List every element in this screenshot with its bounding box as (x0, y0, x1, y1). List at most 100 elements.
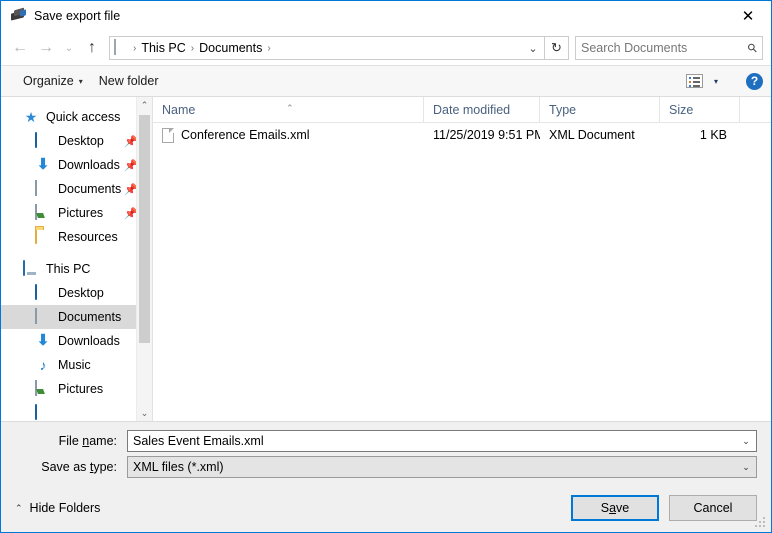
dialog-body: ★ Quick access Desktop 📌 ⬇ Downloads 📌 D… (1, 97, 771, 422)
sidebar-item-desktop-quick[interactable]: Desktop 📌 (1, 129, 152, 153)
title-bar: Save export file ✕ (1, 1, 771, 31)
save-label-pre: S (601, 501, 609, 515)
sidebar-item-label: Pictures (58, 382, 103, 396)
save-label-post: ve (616, 501, 629, 515)
file-type-cell: XML Document (540, 128, 660, 142)
sidebar-item-downloads-pc[interactable]: ⬇ Downloads (1, 329, 152, 353)
forward-icon[interactable]: → (33, 35, 59, 61)
download-icon: ⬇ (35, 333, 51, 349)
file-rows: Conference Emails.xml 11/25/2019 9:51 PM… (153, 123, 771, 421)
pc-icon (23, 261, 39, 277)
save-as-type-row: Save as type: XML files (*.xml) ⌄ (15, 456, 757, 478)
sidebar-item-label: Desktop (58, 286, 104, 300)
file-date-cell: 11/25/2019 9:51 PM (424, 128, 540, 142)
sidebar-item-label: Documents (58, 182, 121, 196)
file-name-cell: Conference Emails.xml (153, 128, 424, 143)
sidebar-item-music[interactable]: ♪ Music (1, 353, 152, 377)
sidebar-item-label: Downloads (58, 158, 120, 172)
chevron-down-icon[interactable]: ⌄ (738, 436, 754, 447)
scroll-down-icon[interactable]: ⌄ (137, 405, 152, 421)
up-icon[interactable]: ↑ (79, 35, 105, 61)
breadcrumb-documents[interactable]: Documents (195, 41, 266, 55)
new-folder-label: New folder (99, 74, 159, 88)
scrollbar-thumb[interactable] (139, 115, 150, 343)
save-as-type-label-post: ype: (93, 460, 117, 474)
download-icon: ⬇ (35, 157, 51, 173)
organize-label: Organize (23, 74, 74, 88)
file-name-label: Conference Emails.xml (181, 128, 310, 142)
pictures-icon (35, 381, 51, 397)
save-as-type-label-pre: Save as (41, 460, 90, 474)
sidebar-item-partial[interactable] (1, 401, 152, 421)
navigation-bar: ← → ⌄ ↑ › This PC › Documents › ⌄ ↻ Sear… (1, 31, 771, 65)
table-row[interactable]: Conference Emails.xml 11/25/2019 9:51 PM… (153, 123, 771, 147)
view-layout-icon (686, 74, 703, 88)
chevron-down-icon[interactable]: ⌄ (738, 462, 754, 473)
sidebar-item-documents-pc[interactable]: Documents (1, 305, 152, 329)
resize-grip[interactable] (755, 517, 767, 529)
window-title: Save export file (34, 9, 120, 23)
save-label-key: a (609, 501, 616, 515)
sidebar-item-documents-quick[interactable]: Documents 📌 (1, 177, 152, 201)
document-icon (35, 181, 51, 197)
refresh-icon[interactable]: ↻ (545, 36, 569, 60)
sidebar-scrollbar[interactable]: ⌃ ⌄ (136, 97, 152, 421)
breadcrumb-separator: › (266, 43, 271, 54)
folder-icon (35, 229, 51, 245)
sidebar-item-label: Resources (58, 230, 118, 244)
hide-folders-button[interactable]: ⌃ Hide Folders (15, 501, 100, 515)
file-icon (162, 128, 174, 143)
scroll-up-icon[interactable]: ⌃ (137, 97, 152, 113)
dialog-footer: ⌃ Hide Folders Save Cancel (1, 484, 771, 532)
cancel-button[interactable]: Cancel (669, 495, 757, 521)
sidebar-item-this-pc[interactable]: This PC (1, 257, 152, 281)
column-header-name[interactable]: Name ⌃ (153, 97, 424, 123)
organize-button[interactable]: Organize ▾ (15, 70, 91, 92)
column-headers: Name ⌃ Date modified Type Size (153, 97, 771, 123)
column-header-date-modified[interactable]: Date modified (424, 97, 540, 123)
file-size-cell: 1 KB (660, 128, 740, 142)
file-name-label-pre: File (59, 434, 83, 448)
sort-ascending-icon: ⌃ (286, 97, 294, 121)
address-bar[interactable]: › This PC › Documents › ⌄ (109, 36, 545, 60)
document-icon (35, 309, 51, 325)
back-icon[interactable]: ← (7, 35, 33, 61)
sidebar-item-downloads-quick[interactable]: ⬇ Downloads 📌 (1, 153, 152, 177)
file-name-input[interactable]: Sales Event Emails.xml ⌄ (127, 430, 757, 452)
sidebar-item-label: Downloads (58, 334, 120, 348)
save-file-dialog: Save export file ✕ ← → ⌄ ↑ › This PC › D… (0, 0, 772, 533)
search-box[interactable]: Search Documents ⚲ (575, 36, 763, 60)
monitor-icon (35, 133, 51, 149)
save-as-type-select[interactable]: XML files (*.xml) ⌄ (127, 456, 757, 478)
navigation-pane: ★ Quick access Desktop 📌 ⬇ Downloads 📌 D… (1, 97, 153, 421)
sidebar-item-pictures-quick[interactable]: Pictures 📌 (1, 201, 152, 225)
column-header-filler (740, 97, 771, 123)
sidebar-item-desktop-pc[interactable]: Desktop (1, 281, 152, 305)
close-button[interactable]: ✕ (725, 1, 771, 31)
help-icon[interactable]: ? (746, 73, 763, 90)
sidebar-item-quick-access[interactable]: ★ Quick access (1, 105, 152, 129)
file-name-row: File name: Sales Event Emails.xml ⌄ (15, 430, 757, 452)
sidebar-item-resources[interactable]: Resources (1, 225, 152, 249)
recent-locations-icon[interactable]: ⌄ (59, 35, 79, 61)
music-icon: ♪ (35, 357, 51, 373)
column-header-type[interactable]: Type (540, 97, 660, 123)
view-options-button[interactable]: ▾ (678, 70, 726, 92)
address-dropdown-icon[interactable]: ⌄ (524, 37, 542, 59)
save-fields: File name: Sales Event Emails.xml ⌄ Save… (1, 422, 771, 484)
star-icon: ★ (23, 109, 39, 125)
hide-folders-label: Hide Folders (30, 501, 101, 515)
sidebar-item-pictures-pc[interactable]: Pictures (1, 377, 152, 401)
sidebar-item-label: Desktop (58, 134, 104, 148)
folder-tree: ★ Quick access Desktop 📌 ⬇ Downloads 📌 D… (1, 97, 152, 421)
pictures-icon (35, 205, 51, 221)
chevron-up-icon: ⌃ (15, 503, 23, 514)
column-header-size[interactable]: Size (660, 97, 740, 123)
breadcrumb-this-pc[interactable]: This PC (137, 41, 189, 55)
save-as-type-value: XML files (*.xml) (133, 460, 738, 474)
documents-folder-icon (114, 40, 130, 56)
save-button[interactable]: Save (571, 495, 659, 521)
new-folder-button[interactable]: New folder (91, 70, 167, 92)
search-input[interactable]: Search Documents (581, 41, 748, 55)
monitor-icon (35, 285, 51, 301)
